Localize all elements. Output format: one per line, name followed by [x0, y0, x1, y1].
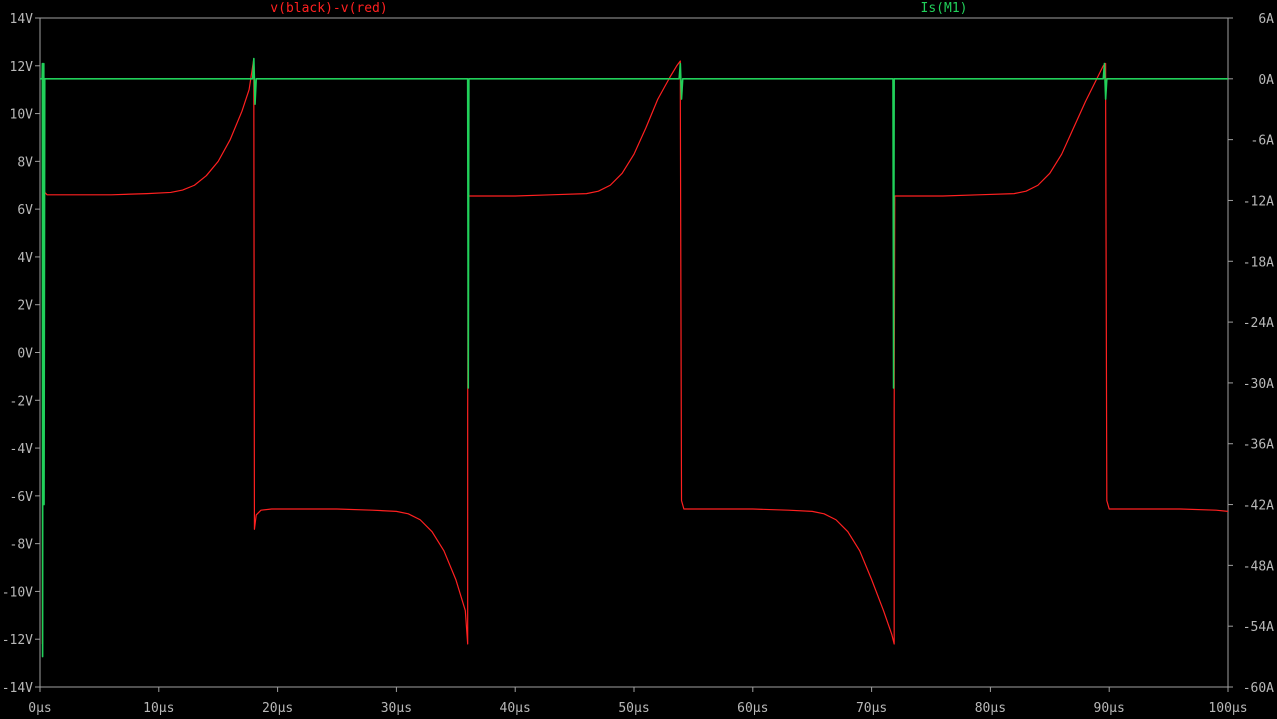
y-left-tick-label: 2V	[17, 299, 33, 314]
y-right-tick-label: -24A	[1243, 316, 1274, 331]
x-tick-label: 10µs	[143, 701, 174, 716]
y-left-tick-label: 4V	[17, 251, 33, 266]
y-right-tick-label: -42A	[1243, 499, 1274, 514]
x-tick-label: 50µs	[618, 701, 649, 716]
y-left-tick-label: -4V	[10, 442, 34, 457]
y-right-tick-label: 0A	[1258, 73, 1274, 88]
y-left-tick-label: 14V	[10, 12, 34, 27]
y-right-tick-label: -54A	[1243, 620, 1274, 635]
y-left-tick-label: -12V	[2, 633, 33, 648]
y-right-tick-label: -30A	[1243, 377, 1274, 392]
x-tick-label: 100µs	[1208, 701, 1247, 716]
y-left-tick-label: 10V	[10, 108, 34, 123]
y-left-tick-label: 0V	[17, 347, 33, 362]
y-left-tick-label: -14V	[2, 681, 33, 696]
y-right-tick-label: -36A	[1243, 438, 1274, 453]
y-right-tick-label: -12A	[1243, 194, 1274, 209]
y-left-tick-label: 8V	[17, 155, 33, 170]
y-left-tick-label: -2V	[10, 394, 34, 409]
x-tick-label: 80µs	[975, 701, 1006, 716]
y-left-tick-label: 6V	[17, 203, 33, 218]
y-left-tick-label: -10V	[2, 585, 33, 600]
x-tick-label: 30µs	[381, 701, 412, 716]
plot-background	[0, 0, 1277, 719]
x-tick-label: 20µs	[262, 701, 293, 716]
y-right-tick-label: -6A	[1251, 134, 1275, 149]
y-left-tick-label: -6V	[10, 490, 34, 505]
x-tick-label: 60µs	[737, 701, 768, 716]
y-right-tick-label: -48A	[1243, 559, 1274, 574]
x-tick-label: 0µs	[28, 701, 51, 716]
x-tick-label: 40µs	[500, 701, 531, 716]
x-tick-label: 90µs	[1094, 701, 1125, 716]
x-tick-label: 70µs	[856, 701, 887, 716]
y-left-tick-label: -8V	[10, 538, 34, 553]
y-right-tick-label: 6A	[1258, 12, 1274, 27]
y-left-tick-label: 12V	[10, 60, 34, 75]
legend-voltage-trace[interactable]: v(black)-v(red)	[270, 1, 387, 16]
legend-current-trace[interactable]: Is(M1)	[921, 1, 968, 16]
y-right-tick-label: -60A	[1243, 681, 1274, 696]
waveform-plot: 0µs 10µs 20µs 30µs 40µs 50µs 60µs 70µs 80µs 90µs 1…	[0, 0, 1277, 719]
y-right-tick-label: -18A	[1243, 255, 1274, 270]
